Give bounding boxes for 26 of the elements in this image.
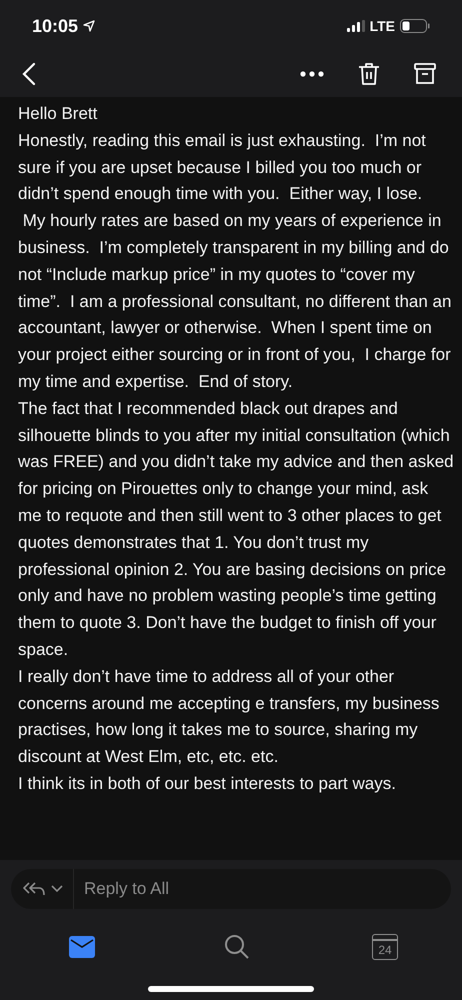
trash-icon — [358, 62, 380, 86]
delete-button[interactable] — [358, 62, 380, 86]
email-paragraph: Honestly, reading this email is just exhausting. I’m not sure if you are upset because I billed you too much or didn’t spend enough time with you. Either way, I lose. — [18, 130, 427, 206]
email-paragraph: I really don’t have time to address all of your other concerns around me accepting e transfers, my business practises, how long it takes me to source, sharing my discount at West Elm, etc, etc. etc. — [18, 666, 440, 768]
email-paragraph: I think its in both of our best interests to part ways. — [18, 772, 397, 795]
reply-field[interactable]: Reply to All — [74, 869, 451, 909]
network-label: LTE — [370, 16, 395, 36]
back-button[interactable] — [22, 60, 38, 86]
email-paragraph: My hourly rates are based on my years of experience in business. I’m completely transparent in my billing and do not “Include markup price” in my quotes to “cover my time”. I am a professional consultant, no different than an accountant, lawyer or otherwise. When I spent time on your project either sourcing or in front of you, I charge for my time and expertise. End of story. — [18, 210, 452, 393]
search-icon — [224, 934, 250, 960]
chevron-left-icon — [22, 62, 36, 86]
more-button[interactable] — [300, 70, 324, 76]
email-paragraph: Hello Brett — [18, 103, 98, 125]
signal-icon — [346, 20, 365, 32]
more-icon — [300, 70, 324, 76]
archive-box-icon — [414, 62, 436, 84]
chevron-down-icon — [51, 885, 63, 893]
reply-all-icon — [23, 882, 45, 896]
clock-time: 10:05 — [32, 14, 78, 38]
reply-mode-button[interactable] — [11, 869, 74, 909]
calendar-tab[interactable]: 24 — [372, 934, 398, 960]
email-paragraph: The fact that I recommended black out drapes and silhouette blinds to you after my initial consultation (which was FREE) and you didn’t take my advice and then asked for pricing on Pirouettes only to change your mind, ask me to requote and then still went to 3 other places to get quotes demonstrates that 1. You don’t trust my professional opinion 2. You are basing decisions on price only and have no problem wasting people’s time getting them to quote 3. Don’t have the budget to finish off your space. — [18, 398, 454, 661]
battery-icon — [400, 19, 430, 33]
envelope-icon — [69, 936, 95, 958]
archive-button[interactable] — [414, 62, 436, 84]
location-arrow-icon — [83, 20, 96, 32]
